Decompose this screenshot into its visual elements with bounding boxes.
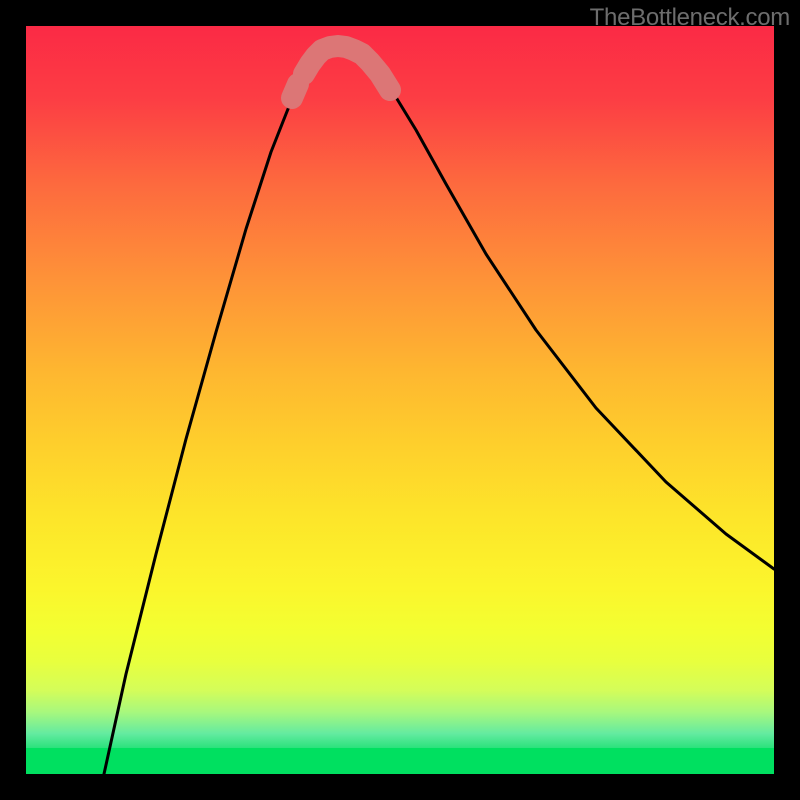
curve-left-branch — [104, 46, 338, 774]
highlight-left-dot — [292, 84, 298, 98]
plot-frame — [26, 26, 774, 774]
curve-right-branch — [338, 46, 774, 569]
plot-overlay — [26, 26, 774, 774]
watermark-text: TheBottleneck.com — [590, 4, 790, 32]
highlight-valley — [304, 46, 390, 90]
